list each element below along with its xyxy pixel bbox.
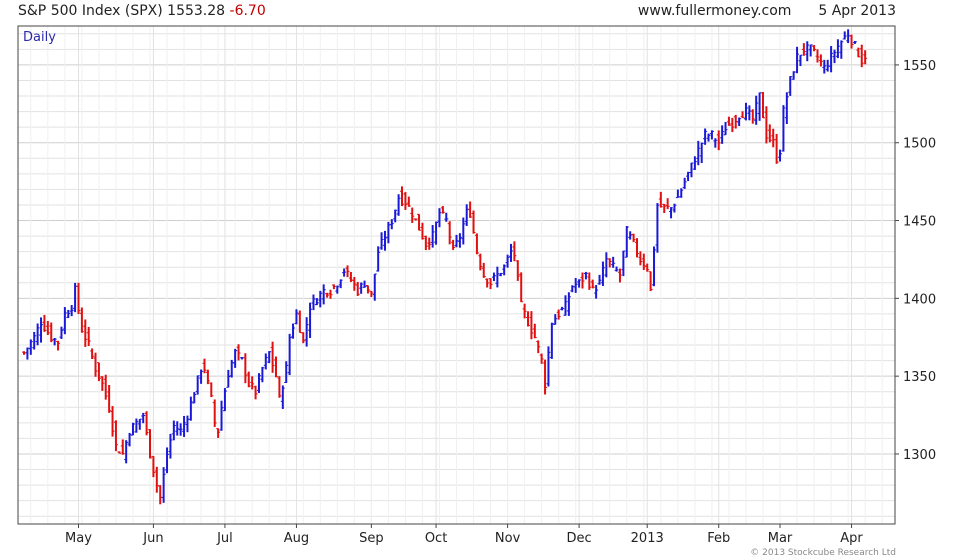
price-chart: 1300 1350 1400 1450 1500 1550 May Jun Jul Aug Sep… <box>17 25 936 546</box>
x-tick-label: Aug <box>284 531 309 546</box>
y-tick-label: 1550 <box>903 59 936 74</box>
y-tick-label: 1450 <box>903 215 936 230</box>
y-tick-label: 1500 <box>903 137 936 152</box>
x-tick-label: Dec <box>567 531 592 546</box>
x-tick-label: Sep <box>359 531 384 546</box>
y-tick-label: 1300 <box>903 448 936 463</box>
x-tick-label: 2013 <box>631 531 664 546</box>
period-label: Daily <box>23 30 56 45</box>
x-tick-label: Jun <box>142 531 163 546</box>
x-tick-label: Apr <box>840 531 863 546</box>
x-tick-label: Feb <box>707 531 730 546</box>
y-axis: 1300 1350 1400 1450 1500 1550 <box>895 59 936 463</box>
x-tick-label: Oct <box>425 531 447 546</box>
x-tick-label: May <box>65 531 92 546</box>
x-axis: May Jun Jul Aug Sep Oct Nov Dec 2013 Feb Mar Apr <box>65 524 863 546</box>
x-tick-label: Jul <box>216 531 233 546</box>
y-tick-label: 1350 <box>903 370 936 385</box>
y-tick-label: 1400 <box>903 292 936 307</box>
x-tick-label: Nov <box>495 531 521 546</box>
copyright-notice: © 2013 Stockcube Research Ltd <box>750 548 896 558</box>
x-tick-label: Mar <box>768 531 793 546</box>
